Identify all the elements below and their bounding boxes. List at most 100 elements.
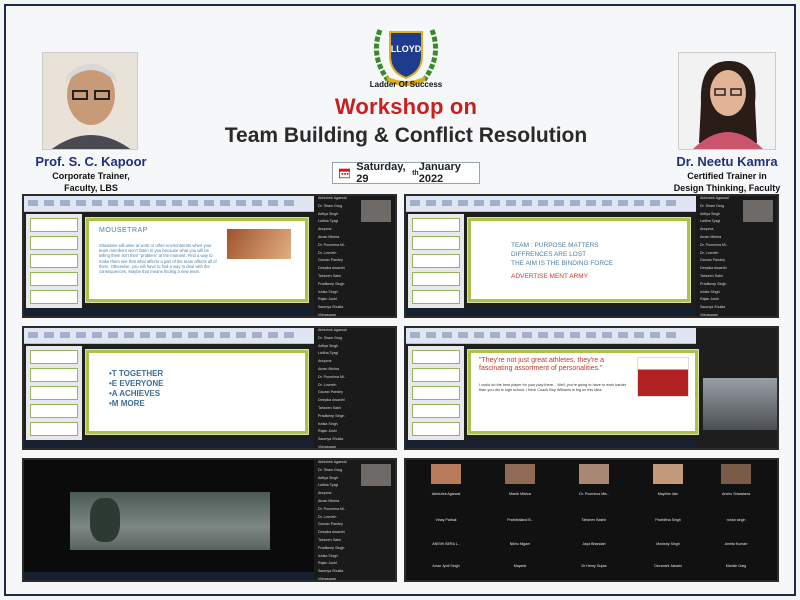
participant-name: Deepika Awasthi xyxy=(700,266,727,271)
zoom-gallery-view: Abhishek Agarwal Manth Mishra Dr. Poornima… xyxy=(406,460,777,580)
date-rest: January 2022 xyxy=(418,161,461,185)
video-frame xyxy=(70,492,270,550)
participant-name: Rajan Joshi xyxy=(318,297,337,302)
gallery-tile-name: Prathibha Singh xyxy=(655,518,681,522)
gallery-tile-name: Dr. Poornima Mis.. xyxy=(579,492,609,496)
session-screenshot-5: Abhishek Agarwal Dr. Sham Garg Aditya Sing… xyxy=(22,458,397,582)
participant-name: Ishika Singh xyxy=(318,289,338,294)
slide-thumbnails xyxy=(26,214,82,310)
date-day: Saturday, 29 xyxy=(356,161,406,185)
slide-image xyxy=(637,357,689,397)
presenter-video xyxy=(703,378,777,430)
gallery-tile-name: Amrita Kumari xyxy=(724,542,748,546)
gallery-tile-name: Mayank xyxy=(513,564,527,568)
participant-name: Dr. Poornima Mi.. xyxy=(700,242,728,247)
slide-body: I could do the best player for your play… xyxy=(479,383,627,392)
participant-name: Dr. Lovneth xyxy=(318,382,337,387)
session-screenshot-3: •T TOGETHER •E EVERYONE •A ACHIEVES •M M… xyxy=(22,326,397,450)
ppt-ribbon xyxy=(406,328,696,344)
slide-thumbnails xyxy=(408,214,464,310)
participant-name: Vidyasagar xyxy=(318,312,336,317)
gallery-tile-name: Vinay Pathak xyxy=(435,518,457,522)
slide-mousetrap: MOUSETRAP Situations will arise at work … xyxy=(85,217,309,303)
participant-name: Gaurav Pandey xyxy=(318,258,343,263)
participant-name: Tahseen Sabri xyxy=(318,537,341,542)
participant-panel: Abhishek Agarwal Dr. Sham Garg Aditya Sing… xyxy=(314,196,395,316)
participant-name: Tahseen Sabri xyxy=(318,405,341,410)
participant-name: Dr. Poornima Mi.. xyxy=(318,242,346,247)
gallery-tile-name: Dr Hemy Gupta xyxy=(581,564,607,568)
session-screenshot-6: Abhishek Agarwal Manth Mishra Dr. Poornima… xyxy=(404,458,779,582)
participant-name: Tahseen Sabri xyxy=(700,273,723,278)
participant-name: Deepika Awasthi xyxy=(318,530,345,535)
participant-panel: Abhishek Agarwal Dr. Sham Garg Aditya Sing… xyxy=(696,196,777,316)
gallery-video-thumb xyxy=(653,464,683,484)
participant-name: Saumya Shukla xyxy=(318,437,344,442)
session-screenshot-2: TEAM : PURPOSE MATTERS DIFFRENCES ARE LO… xyxy=(404,194,779,318)
participant-name: Dr. Sham Garg xyxy=(318,335,342,340)
participant-name: Ishika Singh xyxy=(318,421,338,426)
gallery-tile-name: Prathibaland B.. xyxy=(507,518,533,522)
speaker-name-left: Prof. S. C. Kapoor xyxy=(35,154,147,169)
slide-body: Situations will arise at work or other e… xyxy=(99,243,217,275)
participant-name: Dr. Poornima Mi.. xyxy=(318,374,346,379)
participant-name: Anupma xyxy=(700,227,714,232)
participant-name: Deepika Awasthi xyxy=(318,398,345,403)
participant-name: Aman Mishra xyxy=(318,498,340,503)
participant-name: Abhishek Agarwal xyxy=(318,328,347,332)
participant-name: Vidyasagar xyxy=(318,576,336,581)
participant-name: Rajan Joshi xyxy=(318,561,337,566)
speaker-name-right: Dr. Neetu Kamra xyxy=(676,154,778,169)
participant-name: Dr. Lovneth xyxy=(318,250,337,255)
gallery-video-thumb xyxy=(431,464,461,484)
participant-video xyxy=(361,200,391,222)
participant-video xyxy=(743,200,773,222)
gallery-tile-name: Monishy Singh xyxy=(656,542,680,546)
taskbar xyxy=(406,440,696,448)
slide-athletes: "They're not just great athletes, they'r… xyxy=(467,349,699,435)
participant-name: Saumya Shukla xyxy=(318,305,344,310)
participant-name: Gaurav Pandey xyxy=(318,390,343,395)
participant-name: Anupma xyxy=(318,359,332,364)
gallery-video-thumb xyxy=(721,464,751,484)
taskbar xyxy=(24,572,314,580)
gallery-tile-name: rohan singh xyxy=(726,518,746,522)
speaker-photo-left xyxy=(42,52,138,150)
participant-name: Deepika Awasthi xyxy=(318,266,345,271)
tagline: Ladder Of Success xyxy=(369,80,443,89)
participant-name: Pradikeep Singh xyxy=(318,281,345,286)
participant-name: Pradikeep Singh xyxy=(318,545,345,550)
taskbar xyxy=(24,308,314,316)
participant-panel: Abhishek Agarwal Dr. Sham Garg Aditya Sing… xyxy=(314,460,395,580)
participant-name: Ishika Singh xyxy=(700,289,720,294)
participant-name: Tahseen Sabri xyxy=(318,273,341,278)
gallery-tile-name: Tahseen Bashir xyxy=(581,518,607,522)
slide-quote: "They're not just great athletes, they'r… xyxy=(479,357,605,372)
participant-name: Dr. Lovneth xyxy=(318,514,337,519)
participant-name: Aditya Singh xyxy=(318,343,339,348)
gallery-video-thumb xyxy=(505,464,535,484)
participant-name: Anupma xyxy=(318,491,332,496)
ppt-ribbon xyxy=(24,328,314,344)
gallery-tile-name: Abhishek Agarwal xyxy=(431,492,461,496)
slide-text: TEAM : PURPOSE MATTERS DIFFRENCES ARE LO… xyxy=(511,242,614,280)
ppt-ribbon xyxy=(24,196,314,212)
gallery-tile-name: Jaya Bhandari xyxy=(582,542,606,546)
session-screenshot-1: MOUSETRAP Situations will arise at work … xyxy=(22,194,397,318)
logo-text: LLOYD xyxy=(391,44,422,54)
slide-image xyxy=(227,229,291,259)
participant-video xyxy=(361,464,391,486)
participant-name: Anupma xyxy=(318,227,332,232)
slide-team-acronym: •T TOGETHER •E EVERYONE •A ACHIEVES •M M… xyxy=(85,349,309,435)
participant-name: Saumya Shukla xyxy=(318,569,344,574)
slide-thumbnails xyxy=(26,346,82,442)
gallery-tile-name: Manth Mishra xyxy=(509,492,531,496)
participant-name: Gaurav Pandey xyxy=(318,522,343,527)
participant-name: Pradikeep Singh xyxy=(318,413,345,418)
taskbar xyxy=(24,440,314,448)
participant-name: Saumya Shukla xyxy=(700,305,726,310)
gallery-video-thumb xyxy=(579,464,609,484)
participant-name: Aman Mishra xyxy=(318,366,340,371)
speaker-role-left: Corporate Trainer, Faculty, LBS xyxy=(52,171,130,193)
slide-thumbnails xyxy=(408,346,464,442)
